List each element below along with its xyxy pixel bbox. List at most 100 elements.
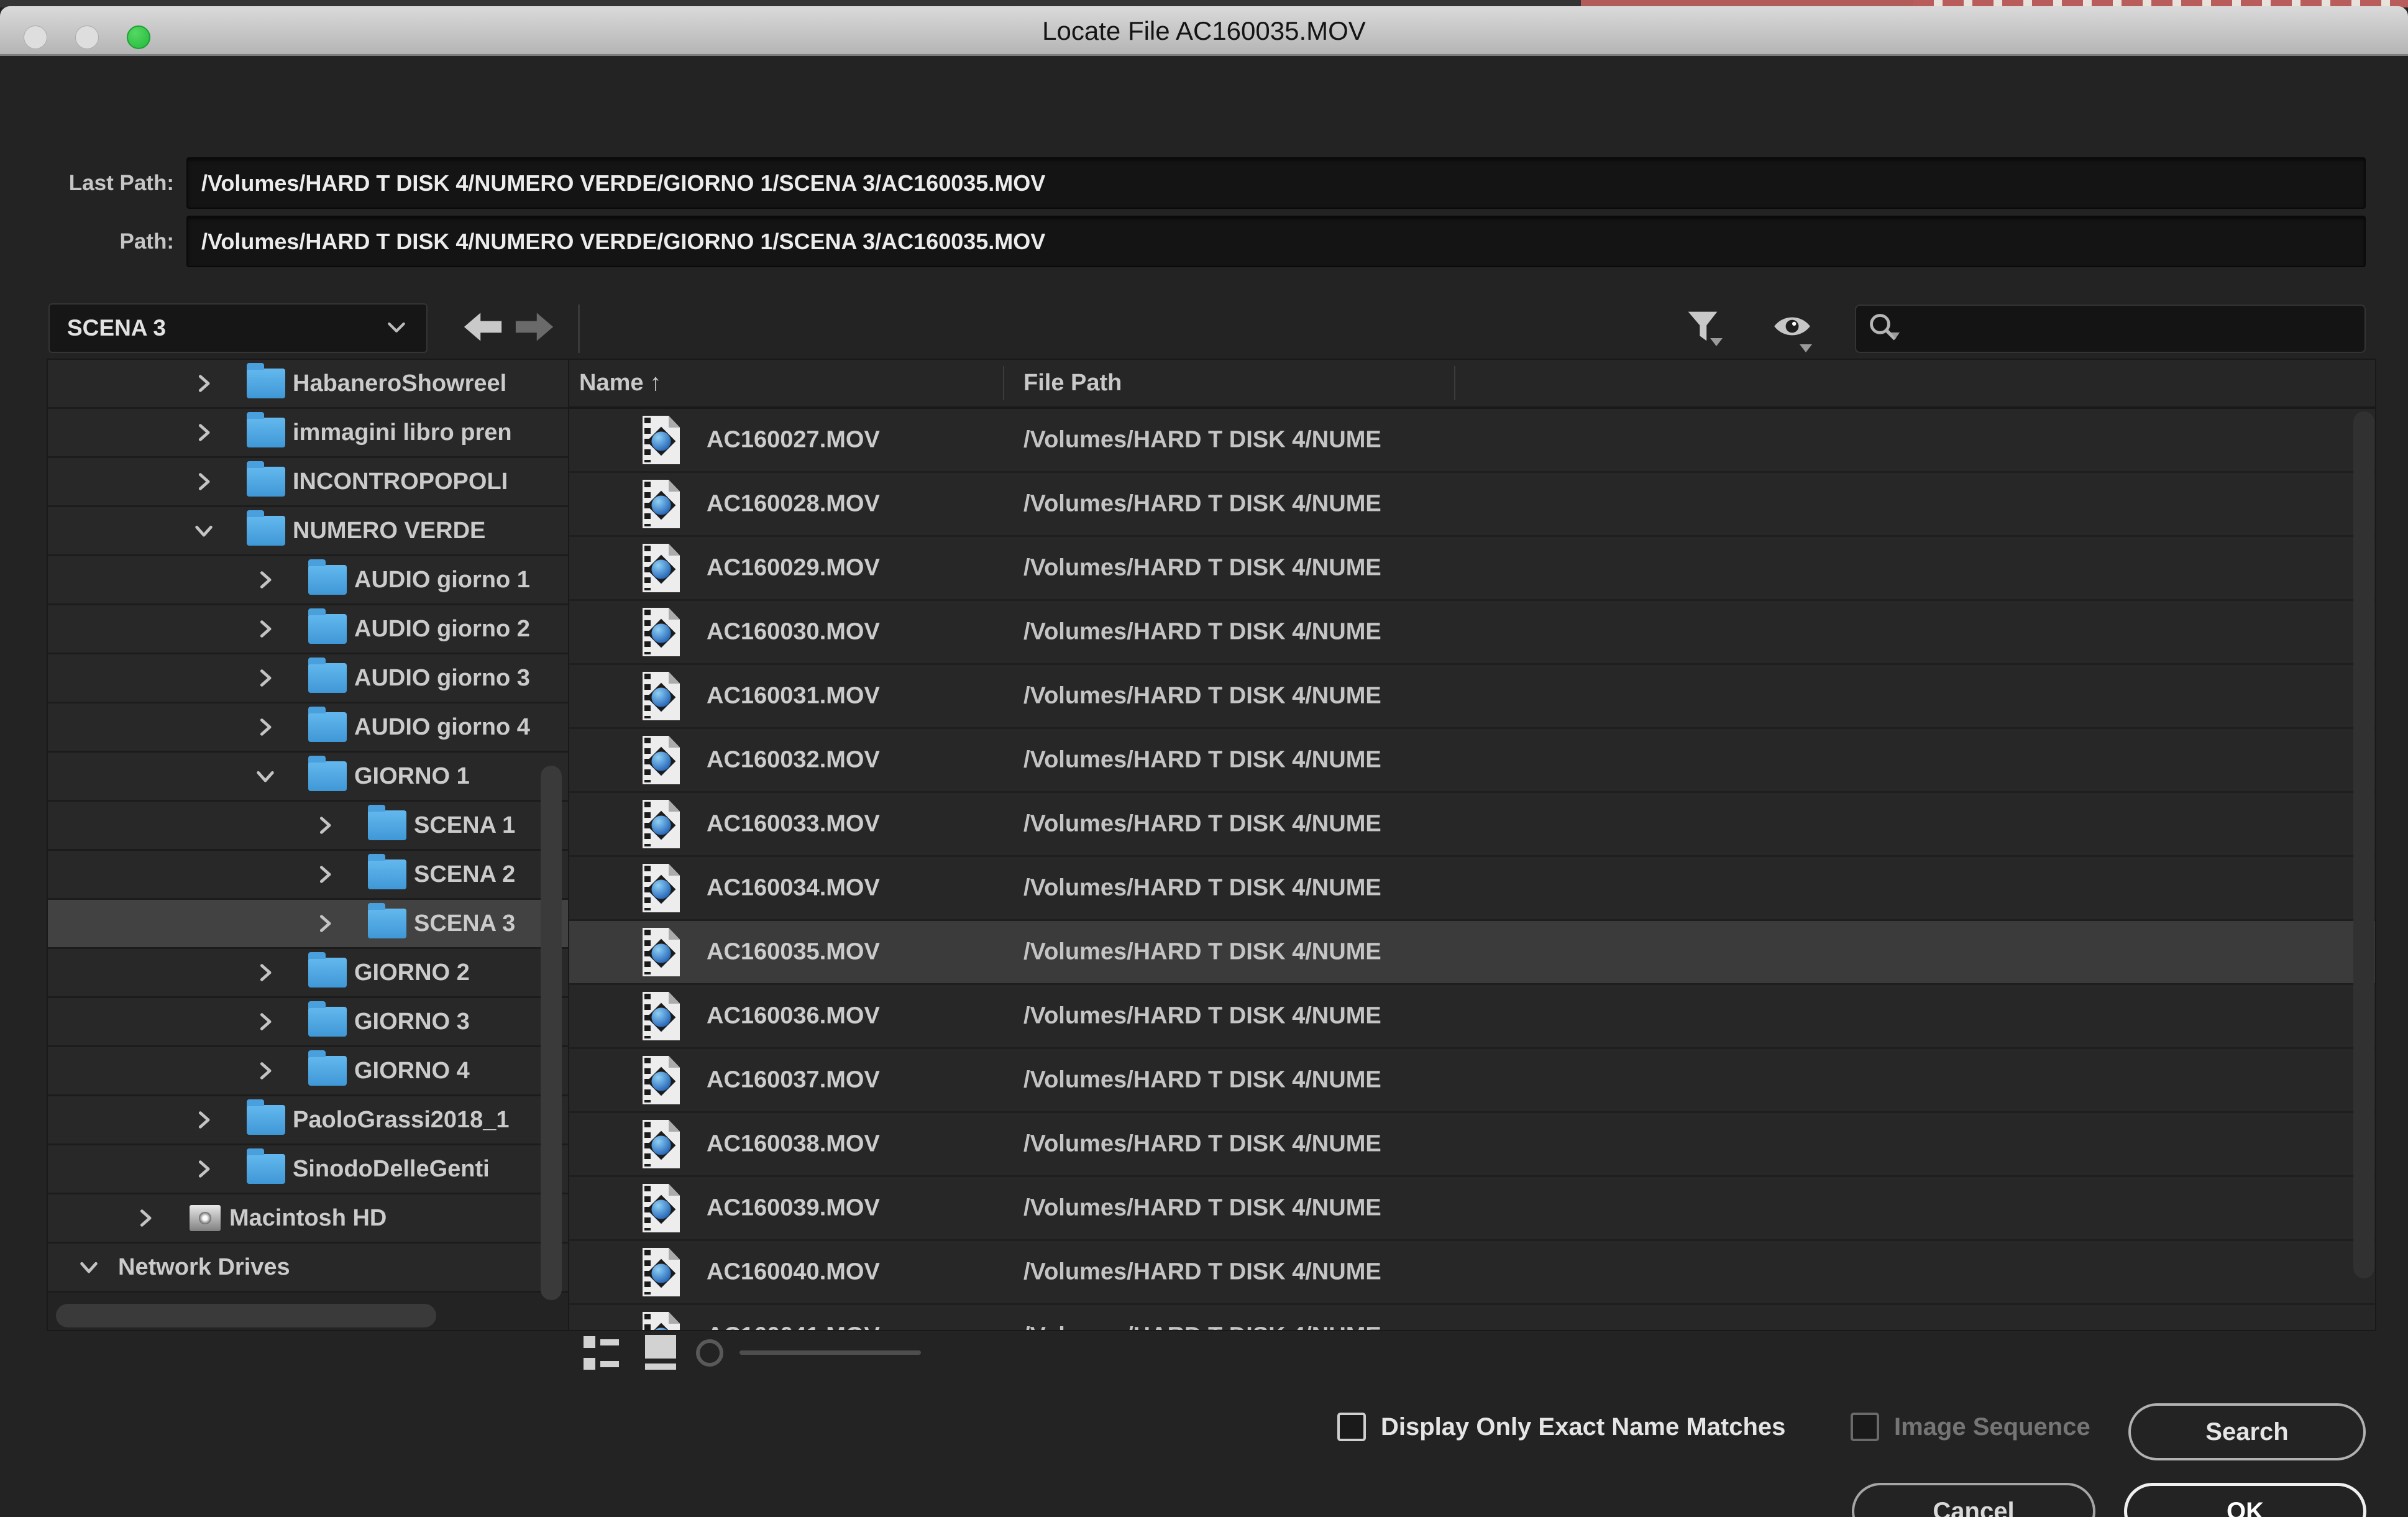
list-view-icon[interactable]	[584, 1336, 620, 1370]
last-path-field[interactable]: /Volumes/HARD T DISK 4/NUMERO VERDE/GIOR…	[186, 157, 2366, 209]
chevron-right-icon[interactable]	[314, 913, 347, 934]
file-name: AC160027.MOV	[707, 427, 880, 454]
file-path: /Volumes/HARD T DISK 4/NUME	[1023, 427, 1446, 454]
tree-horizontal-scrollbar[interactable]	[56, 1304, 436, 1327]
file-row[interactable]: AC160036.MOV /Volumes/HARD T DISK 4/NUME	[569, 985, 2375, 1049]
chevron-right-icon[interactable]	[314, 815, 347, 836]
list-vertical-scrollbar[interactable]	[2353, 411, 2374, 1278]
tree-item[interactable]: AUDIO giorno 1	[48, 556, 581, 605]
path-label: Path:	[37, 216, 174, 267]
file-name: AC160031.MOV	[707, 683, 880, 710]
file-row[interactable]: AC160027.MOV /Volumes/HARD T DISK 4/NUME	[569, 409, 2375, 473]
chevron-down-icon[interactable]	[193, 520, 226, 541]
thumbnail-size-slider-track[interactable]	[739, 1350, 921, 1355]
tree-item[interactable]: SCENA 2	[48, 851, 581, 900]
tree-item[interactable]: INCONTROPOPOLI	[48, 458, 581, 507]
folder-dropdown-value: SCENA 3	[67, 315, 384, 341]
file-row[interactable]: AC160040.MOV /Volumes/HARD T DISK 4/NUME	[569, 1241, 2375, 1305]
chevron-right-icon[interactable]	[193, 1109, 226, 1130]
file-row[interactable]: AC160041.MOV /Volumes/HARD T DISK 4/NUME	[569, 1305, 2375, 1330]
chevron-right-icon[interactable]	[193, 373, 226, 394]
tree-item[interactable]: GIORNO 3	[48, 998, 581, 1047]
display-only-exact-label: Display Only Exact Name Matches	[1381, 1402, 1785, 1452]
display-only-exact-checkbox[interactable]	[1337, 1413, 1366, 1441]
tree-item[interactable]: SCENA 3	[48, 900, 581, 949]
folder-icon	[368, 859, 406, 889]
chevron-right-icon[interactable]	[255, 717, 287, 738]
tree-vertical-scrollbar[interactable]	[541, 766, 562, 1300]
thumbnail-size-slider-handle[interactable]	[696, 1339, 723, 1367]
file-row[interactable]: AC160033.MOV /Volumes/HARD T DISK 4/NUME	[569, 793, 2375, 857]
ok-button[interactable]: OK	[2124, 1483, 2366, 1517]
tree-item[interactable]: SCENA 1	[48, 802, 581, 851]
chevron-right-icon[interactable]	[255, 1011, 287, 1032]
tree-item[interactable]: AUDIO giorno 4	[48, 704, 581, 753]
chevron-right-icon[interactable]	[193, 1158, 226, 1180]
folder-icon	[308, 958, 347, 988]
tree-item[interactable]: AUDIO giorno 3	[48, 654, 581, 704]
chevron-right-icon[interactable]	[255, 667, 287, 689]
file-name: AC160036.MOV	[707, 1003, 880, 1030]
search-input[interactable]	[1908, 316, 2353, 342]
tree-item[interactable]: Network Drives	[48, 1244, 581, 1293]
folder-icon	[308, 761, 347, 791]
video-clip-icon	[643, 800, 680, 848]
tree-item[interactable]: GIORNO 4	[48, 1047, 581, 1096]
file-row[interactable]: AC160029.MOV /Volumes/HARD T DISK 4/NUME	[569, 537, 2375, 601]
chevron-right-icon[interactable]	[193, 422, 226, 443]
tree-item[interactable]: GIORNO 2	[48, 949, 581, 998]
tree-item[interactable]: GIORNO 1	[48, 753, 581, 802]
image-sequence-checkbox[interactable]	[1851, 1413, 1879, 1441]
file-row[interactable]: AC160035.MOV /Volumes/HARD T DISK 4/NUME	[569, 921, 2375, 985]
file-row[interactable]: AC160037.MOV /Volumes/HARD T DISK 4/NUME	[569, 1049, 2375, 1113]
chevron-right-icon[interactable]	[255, 1060, 287, 1081]
back-arrow-icon[interactable]	[463, 311, 503, 343]
file-row[interactable]: AC160034.MOV /Volumes/HARD T DISK 4/NUME	[569, 857, 2375, 921]
tree-item[interactable]: NUMERO VERDE	[48, 507, 581, 556]
file-row[interactable]: AC160028.MOV /Volumes/HARD T DISK 4/NUME	[569, 473, 2375, 537]
forward-arrow-icon[interactable]	[515, 311, 554, 343]
path-field[interactable]: /Volumes/HARD T DISK 4/NUMERO VERDE/GIOR…	[186, 216, 2366, 267]
folder-icon	[308, 614, 347, 644]
tree-item[interactable]: PaoloGrassi2018_1	[48, 1096, 581, 1145]
tree-item-label: Network Drives	[118, 1254, 290, 1281]
eye-icon[interactable]	[1772, 312, 1812, 344]
column-divider[interactable]	[1003, 366, 1004, 400]
file-name: AC160039.MOV	[707, 1195, 880, 1222]
chevron-right-icon[interactable]	[255, 618, 287, 639]
chevron-right-icon[interactable]	[255, 962, 287, 983]
tree-item[interactable]: SinodoDelleGenti	[48, 1145, 581, 1194]
chevron-right-icon[interactable]	[255, 569, 287, 590]
thumbnail-view-icon[interactable]	[645, 1335, 676, 1371]
chevron-down-icon[interactable]	[255, 766, 287, 787]
image-sequence-label: Image Sequence	[1894, 1402, 2090, 1452]
search-button[interactable]: Search	[2128, 1403, 2366, 1460]
dialog-titlebar[interactable]: Locate File AC160035.MOV	[0, 6, 2408, 56]
search-field[interactable]	[1855, 305, 2366, 353]
folder-dropdown[interactable]: SCENA 3	[48, 303, 428, 353]
tree-list: HabaneroShowreel immagini libro pren INC…	[48, 360, 581, 1293]
chevron-right-icon[interactable]	[135, 1208, 167, 1229]
column-divider[interactable]	[1454, 366, 1455, 400]
file-row[interactable]: AC160032.MOV /Volumes/HARD T DISK 4/NUME	[569, 729, 2375, 793]
chevron-right-icon[interactable]	[193, 471, 226, 492]
file-row[interactable]: AC160039.MOV /Volumes/HARD T DISK 4/NUME	[569, 1177, 2375, 1241]
tree-item[interactable]: immagini libro pren	[48, 409, 581, 458]
name-column-header[interactable]: Name ↑	[579, 360, 662, 406]
tree-item[interactable]: HabaneroShowreel	[48, 360, 581, 409]
filter-icon[interactable]	[1685, 308, 1720, 347]
name-header-label: Name	[579, 370, 644, 396]
file-row[interactable]: AC160030.MOV /Volumes/HARD T DISK 4/NUME	[569, 601, 2375, 665]
video-clip-icon	[643, 416, 680, 464]
tree-item-label: GIORNO 3	[354, 1009, 470, 1035]
video-clip-icon	[643, 544, 680, 592]
file-row[interactable]: AC160031.MOV /Volumes/HARD T DISK 4/NUME	[569, 665, 2375, 729]
tree-item[interactable]: Macintosh HD	[48, 1194, 581, 1244]
file-row[interactable]: AC160038.MOV /Volumes/HARD T DISK 4/NUME	[569, 1113, 2375, 1177]
chevron-right-icon[interactable]	[314, 864, 347, 885]
chevron-down-icon[interactable]	[78, 1257, 111, 1278]
tree-item[interactable]: AUDIO giorno 2	[48, 605, 581, 654]
file-path: /Volumes/HARD T DISK 4/NUME	[1023, 875, 1446, 902]
cancel-button[interactable]: Cancel	[1852, 1483, 2095, 1517]
file-path-column-header[interactable]: File Path	[1023, 360, 1122, 406]
